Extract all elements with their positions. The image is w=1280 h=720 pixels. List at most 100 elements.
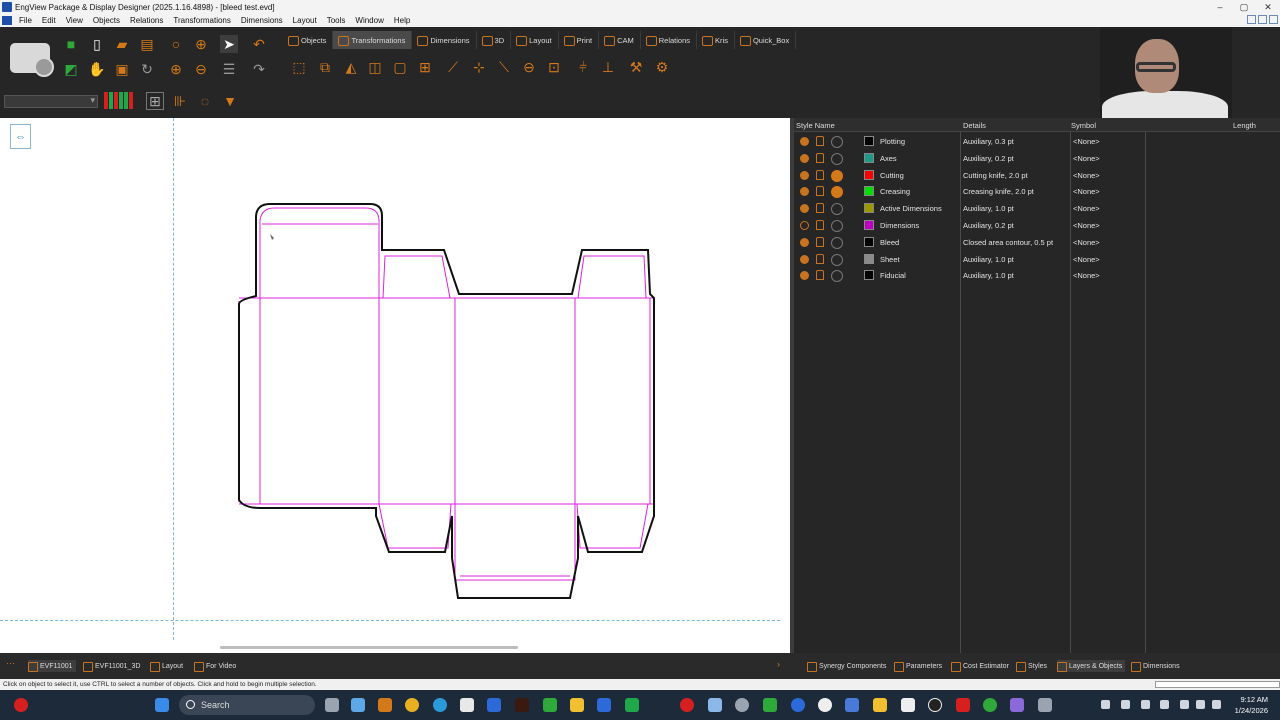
- microphone-icon[interactable]: [1160, 700, 1169, 709]
- wrench-icon[interactable]: ⚒: [627, 58, 645, 76]
- style-color-swatch[interactable]: [864, 253, 874, 264]
- acrobat-icon[interactable]: [956, 698, 970, 712]
- panel-tab-synergy-components[interactable]: Synergy Components: [807, 660, 886, 672]
- visibility-eye-icon[interactable]: [800, 237, 809, 247]
- export-icon[interactable]: ◩: [62, 60, 80, 78]
- visibility-eye-icon[interactable]: [800, 271, 809, 281]
- style-row[interactable]: Sheet Auxiliary, 1.0 pt <None>: [794, 251, 1280, 268]
- display-icon[interactable]: [1180, 700, 1189, 709]
- tabs-menu-icon[interactable]: ⋯: [6, 658, 15, 669]
- document-menu-icon[interactable]: [2, 16, 12, 25]
- tool-settings-icon[interactable]: ⚙: [653, 58, 671, 76]
- active-dot-icon[interactable]: [831, 169, 843, 182]
- zoom-in-icon[interactable]: ⊕: [192, 35, 210, 53]
- tab-transformations[interactable]: Transformations: [333, 31, 413, 49]
- panel-tab-styles[interactable]: Styles: [1016, 660, 1047, 672]
- keepass-icon[interactable]: [873, 698, 887, 712]
- style-row[interactable]: Cutting Cutting knife, 2.0 pt <None>: [794, 167, 1280, 184]
- engview-taskbar-icon[interactable]: [378, 698, 392, 712]
- style-color-swatch[interactable]: [864, 236, 874, 247]
- menu-dimensions[interactable]: Dimensions: [236, 16, 288, 25]
- menu-tools[interactable]: Tools: [322, 16, 351, 25]
- style-row[interactable]: Active Dimensions Auxiliary, 1.0 pt <None>: [794, 200, 1280, 217]
- app-icon-green[interactable]: [763, 698, 777, 712]
- trim-icon[interactable]: ⟋: [444, 58, 462, 76]
- notification-icon[interactable]: [14, 698, 28, 712]
- active-dot-icon[interactable]: [831, 203, 843, 216]
- tab-quick-box[interactable]: Quick_Box: [735, 31, 797, 49]
- tab-dimensions[interactable]: Dimensions: [412, 31, 477, 49]
- maximize-button[interactable]: ▢: [1232, 0, 1256, 14]
- style-row[interactable]: Bleed Closed area contour, 0.5 pt <None>: [794, 234, 1280, 251]
- color-bars[interactable]: [104, 92, 133, 109]
- zoom-icon[interactable]: ○: [167, 35, 185, 53]
- color-swatch[interactable]: [124, 92, 128, 109]
- column-length[interactable]: Length: [1233, 121, 1256, 130]
- canvas-horizontal-scrollbar[interactable]: [220, 646, 518, 649]
- visibility-eye-icon[interactable]: [800, 254, 809, 264]
- style-color-swatch[interactable]: [864, 220, 874, 230]
- mdi-restore-button[interactable]: [1258, 15, 1267, 24]
- extend-icon[interactable]: ⊹: [470, 58, 488, 76]
- active-dot-icon[interactable]: [831, 136, 843, 148]
- onedrive-icon[interactable]: [1141, 700, 1150, 709]
- active-dot-icon[interactable]: [831, 152, 843, 165]
- style-color-swatch[interactable]: [864, 152, 874, 163]
- style-row[interactable]: Plotting Auxiliary, 0.3 pt <None>: [794, 133, 1280, 150]
- refresh-icon[interactable]: ↻: [138, 60, 156, 78]
- move-icon[interactable]: ⬚: [290, 58, 308, 76]
- tab-objects[interactable]: Objects: [283, 31, 334, 49]
- active-dot-icon[interactable]: [831, 253, 843, 266]
- panel-tab-layers-objects[interactable]: Layers & Objects: [1057, 660, 1126, 672]
- column-style-name[interactable]: Style Name: [796, 121, 835, 130]
- select-pointer-icon[interactable]: ➤: [220, 35, 238, 53]
- github-icon[interactable]: [735, 698, 749, 712]
- scale-icon[interactable]: ◫: [366, 58, 384, 76]
- app-icon-doc[interactable]: [901, 698, 915, 712]
- style-color-swatch[interactable]: [864, 203, 874, 214]
- color-swatch[interactable]: [129, 92, 133, 109]
- color-swatch[interactable]: [114, 92, 118, 109]
- visibility-eye-icon[interactable]: [800, 153, 809, 163]
- grid-icon[interactable]: ⊞: [146, 92, 164, 110]
- close-button[interactable]: ✕: [1256, 0, 1280, 14]
- join-icon[interactable]: ⊡: [545, 58, 563, 76]
- app-icon-globe[interactable]: [791, 698, 805, 712]
- illustrator-icon[interactable]: [515, 698, 529, 712]
- tab-kris[interactable]: Kris: [697, 31, 735, 49]
- color-swatch[interactable]: [119, 92, 123, 109]
- active-dot-icon[interactable]: [831, 236, 843, 249]
- column-symbol[interactable]: Symbol: [1071, 121, 1096, 130]
- offset-icon[interactable]: ▢: [391, 58, 409, 76]
- style-color-swatch[interactable]: [864, 169, 874, 180]
- app-logo[interactable]: [10, 43, 54, 77]
- wifi-icon[interactable]: [1212, 700, 1221, 709]
- tray-chevron-icon[interactable]: [1101, 700, 1110, 709]
- lock-icon[interactable]: [816, 270, 824, 281]
- zoom-window-icon[interactable]: ▣: [113, 60, 131, 78]
- edge-icon[interactable]: [433, 698, 447, 712]
- menu-help[interactable]: Help: [389, 16, 415, 25]
- style-row[interactable]: Dimensions Auxiliary, 0.2 pt <None>: [794, 217, 1280, 234]
- active-dot-icon[interactable]: [831, 270, 843, 283]
- visibility-eye-icon[interactable]: [800, 221, 809, 230]
- chrome-icon[interactable]: [405, 698, 419, 712]
- app-icon-dots[interactable]: [818, 698, 832, 712]
- doc-tab-layout[interactable]: Layout: [150, 660, 183, 672]
- visibility-eye-icon[interactable]: [800, 170, 809, 180]
- style-row[interactable]: Axes Auxiliary, 0.2 pt <None>: [794, 150, 1280, 167]
- hand-pan-icon[interactable]: ✋: [88, 60, 106, 78]
- chatgpt-icon[interactable]: [928, 698, 942, 712]
- visibility-eye-icon[interactable]: [800, 187, 809, 197]
- copy-icon[interactable]: ⧉: [316, 58, 334, 76]
- new-3d-icon[interactable]: ■: [62, 35, 80, 53]
- tab-cam[interactable]: CAM: [599, 31, 641, 49]
- lock-icon[interactable]: [816, 220, 824, 230]
- menu-edit[interactable]: Edit: [37, 16, 61, 25]
- tab-print[interactable]: Print: [559, 31, 600, 49]
- align-bottom-icon[interactable]: ⊥: [599, 58, 617, 76]
- start-icon[interactable]: [155, 698, 169, 712]
- ruler-icon[interactable]: ⊪: [171, 92, 189, 110]
- engview-3d-icon[interactable]: [543, 698, 557, 712]
- menu-layout[interactable]: Layout: [288, 16, 322, 25]
